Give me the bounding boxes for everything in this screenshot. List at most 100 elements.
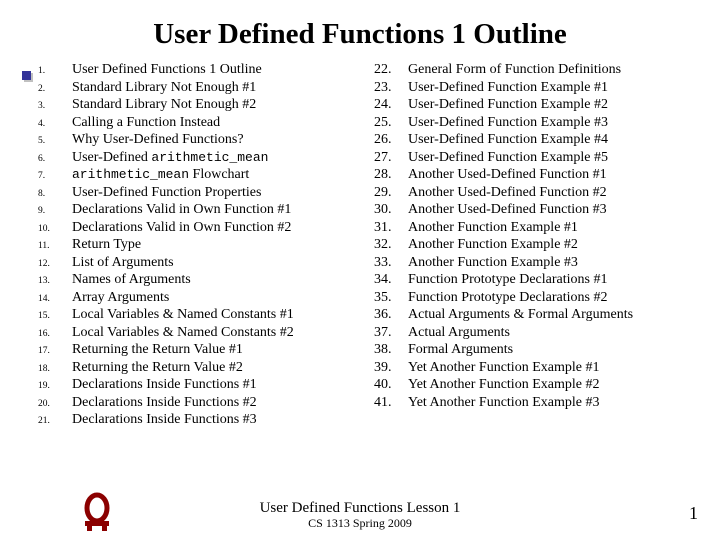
- item-text: Why User-Defined Functions?: [72, 131, 244, 149]
- item-number: 37.: [374, 324, 408, 342]
- item-text: User-Defined arithmetic_mean: [72, 149, 268, 167]
- item-number: 3.: [38, 101, 72, 113]
- item-number: 17.: [38, 346, 72, 358]
- item-text: Yet Another Function Example #2: [408, 376, 599, 394]
- page-number: 1: [689, 503, 698, 524]
- item-text: Another Used-Defined Function #2: [408, 184, 607, 202]
- code-text: arithmetic_mean: [72, 167, 189, 182]
- content-area: 1.User Defined Functions 1 Outline2.Stan…: [0, 61, 720, 429]
- outline-item: 39.Yet Another Function Example #1: [374, 359, 700, 377]
- item-text: Function Prototype Declarations #2: [408, 289, 607, 307]
- item-number: 10.: [38, 224, 72, 236]
- item-text: Local Variables & Named Constants #1: [72, 306, 294, 324]
- item-number: 27.: [374, 149, 408, 167]
- outline-item: 31.Another Function Example #1: [374, 219, 700, 237]
- item-text: User-Defined Function Example #2: [408, 96, 608, 114]
- item-text: Formal Arguments: [408, 341, 513, 359]
- outline-column-left: 1.User Defined Functions 1 Outline2.Stan…: [38, 61, 364, 429]
- item-text: Another Used-Defined Function #1: [408, 166, 607, 184]
- outline-item: 25.User-Defined Function Example #3: [374, 114, 700, 132]
- item-number: 24.: [374, 96, 408, 114]
- item-text: Yet Another Function Example #3: [408, 394, 599, 412]
- outline-item: 41.Yet Another Function Example #3: [374, 394, 700, 412]
- item-number: 11.: [38, 241, 72, 253]
- outline-item: 7. arithmetic_mean Flowchart: [38, 166, 364, 184]
- footer: User Defined Functions Lesson 1 CS 1313 …: [0, 500, 720, 530]
- item-number: 22.: [374, 61, 408, 79]
- item-number: 9.: [38, 206, 72, 218]
- outline-item: 35.Function Prototype Declarations #2: [374, 289, 700, 307]
- outline-item: 8.User-Defined Function Properties: [38, 184, 364, 202]
- item-number: 32.: [374, 236, 408, 254]
- outline-column-right: 22.General Form of Function Definitions2…: [374, 61, 700, 429]
- item-number: 20.: [38, 399, 72, 411]
- item-number: 41.: [374, 394, 408, 412]
- item-number: 4.: [38, 119, 72, 131]
- item-text: List of Arguments: [72, 254, 174, 272]
- item-text: Declarations Inside Functions #1: [72, 376, 257, 394]
- outline-item: 28.Another Used-Defined Function #1: [374, 166, 700, 184]
- item-number: 31.: [374, 219, 408, 237]
- outline-item: 16.Local Variables & Named Constants #2: [38, 324, 364, 342]
- item-number: 16.: [38, 329, 72, 341]
- item-number: 40.: [374, 376, 408, 394]
- item-text: Another Used-Defined Function #3: [408, 201, 607, 219]
- outline-item: 11.Return Type: [38, 236, 364, 254]
- item-number: 12.: [38, 259, 72, 271]
- outline-item: 34.Function Prototype Declarations #1: [374, 271, 700, 289]
- item-number: 38.: [374, 341, 408, 359]
- item-text: Standard Library Not Enough #1: [72, 79, 256, 97]
- item-number: 25.: [374, 114, 408, 132]
- item-text: Another Function Example #2: [408, 236, 578, 254]
- item-text: Declarations Inside Functions #3: [72, 411, 257, 429]
- outline-item: 23.User-Defined Function Example #1: [374, 79, 700, 97]
- outline-item: 38.Formal Arguments: [374, 341, 700, 359]
- item-text: User-Defined Function Example #5: [408, 149, 608, 167]
- item-text: Function Prototype Declarations #1: [408, 271, 607, 289]
- outline-item: 21.Declarations Inside Functions #3: [38, 411, 364, 429]
- outline-item: 20.Declarations Inside Functions #2: [38, 394, 364, 412]
- item-text: Actual Arguments & Formal Arguments: [408, 306, 633, 324]
- item-text: Returning the Return Value #2: [72, 359, 243, 377]
- outline-item: 32.Another Function Example #2: [374, 236, 700, 254]
- outline-item: 4.Calling a Function Instead: [38, 114, 364, 132]
- item-number: 29.: [374, 184, 408, 202]
- item-number: 14.: [38, 294, 72, 306]
- slide: User Defined Functions 1 Outline 1.User …: [0, 0, 720, 540]
- item-number: 18.: [38, 364, 72, 376]
- item-number: 36.: [374, 306, 408, 324]
- item-text: User-Defined Function Example #4: [408, 131, 608, 149]
- item-text: General Form of Function Definitions: [408, 61, 621, 79]
- outline-item: 10.Declarations Valid in Own Function #2: [38, 219, 364, 237]
- item-number: 15.: [38, 311, 72, 323]
- item-text: Yet Another Function Example #1: [408, 359, 599, 377]
- outline-item: 40.Yet Another Function Example #2: [374, 376, 700, 394]
- item-number: 26.: [374, 131, 408, 149]
- outline-item: 27.User-Defined Function Example #5: [374, 149, 700, 167]
- outline-item: 29.Another Used-Defined Function #2: [374, 184, 700, 202]
- item-number: 35.: [374, 289, 408, 307]
- outline-item: 22.General Form of Function Definitions: [374, 61, 700, 79]
- outline-item: 37.Actual Arguments: [374, 324, 700, 342]
- item-number: 2.: [38, 84, 72, 96]
- item-text: Names of Arguments: [72, 271, 191, 289]
- item-number: 39.: [374, 359, 408, 377]
- item-number: 1.: [38, 66, 72, 78]
- item-text: Actual Arguments: [408, 324, 510, 342]
- item-text: User-Defined Function Example #3: [408, 114, 608, 132]
- outline-item: 19.Declarations Inside Functions #1: [38, 376, 364, 394]
- item-text: User-Defined Function Properties: [72, 184, 261, 202]
- item-text: Standard Library Not Enough #2: [72, 96, 256, 114]
- outline-item: 15.Local Variables & Named Constants #1: [38, 306, 364, 324]
- outline-item: 24.User-Defined Function Example #2: [374, 96, 700, 114]
- item-number: 5.: [38, 136, 72, 148]
- item-number: 28.: [374, 166, 408, 184]
- item-text: Another Function Example #1: [408, 219, 578, 237]
- item-number: 8.: [38, 189, 72, 201]
- item-number: 21.: [38, 416, 72, 428]
- item-text: Calling a Function Instead: [72, 114, 220, 132]
- footer-lesson: User Defined Functions Lesson 1: [260, 500, 461, 517]
- slide-title: User Defined Functions 1 Outline: [0, 0, 720, 61]
- item-number: 7.: [38, 171, 72, 183]
- item-text: Returning the Return Value #1: [72, 341, 243, 359]
